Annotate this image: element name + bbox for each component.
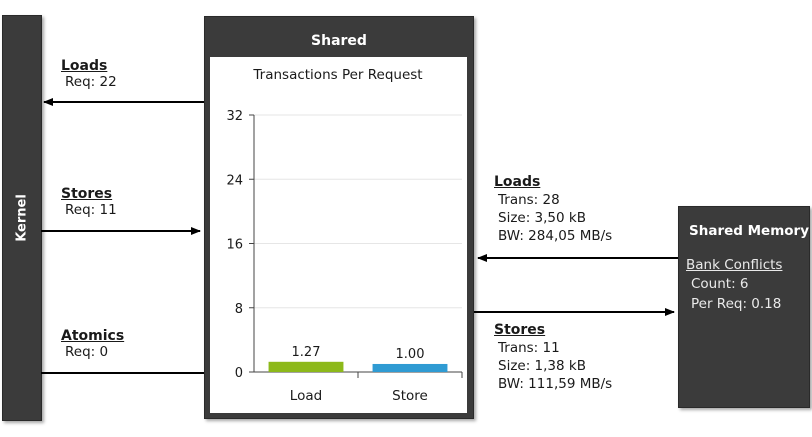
loads-right-label: Loads Trans: 28 Size: 3,50 kB BW: 284,05… [494,174,612,244]
stores-right-size: Size: 1,38 kB [498,358,586,374]
bar-value-label: 1.27 [292,345,321,360]
y-tick-label: 24 [226,173,243,188]
y-tick-label: 32 [226,109,243,124]
y-tick-label: 0 [235,366,243,381]
loads-left-title[interactable]: Loads [61,58,117,74]
stores-right-title[interactable]: Stores [494,322,612,338]
loads-right-size: Size: 3,50 kB [498,210,586,226]
y-tick-label: 8 [235,302,243,317]
bar-store [372,363,448,372]
chart-title: Transactions Per Request [252,67,422,83]
atomics-left-label: Atomics Req: 0 [61,328,124,360]
bar-value-label: 1.00 [396,347,425,362]
transactions-chart: Transactions Per Request 0 8 16 24 32 1.27 Loa… [210,57,467,413]
stores-right-label: Stores Trans: 11 Size: 1,38 kB BW: 111,5… [494,322,612,392]
stores-right-bw: BW: 111,59 MB/s [498,376,613,392]
shared-title: Shared [311,33,367,49]
loads-left-req: Req: 22 [65,74,117,90]
stores-left-req: Req: 11 [65,202,117,218]
atomics-left-req: Req: 0 [65,344,109,360]
loads-left-label: Loads Req: 22 [61,58,117,90]
bank-conflicts-count: Count: 6 [691,276,749,292]
stores-right-trans: Trans: 11 [498,340,560,356]
y-tick-label: 16 [226,238,243,253]
chart-svg: Transactions Per Request 0 8 16 24 32 1.27 Loa… [226,67,463,404]
stores-left-label: Stores Req: 11 [61,186,117,218]
loads-right-trans: Trans: 28 [498,192,560,208]
bar-load [268,361,344,372]
shared-memory-title: Shared Memory [689,223,810,239]
shared-memory-panel: Shared Memory Bank Conflicts Count: 6 Pe… [678,206,810,408]
x-tick-label: Store [392,388,428,404]
loads-right-bw: BW: 284,05 MB/s [498,228,613,244]
bank-conflicts-per-req: Per Req: 0.18 [691,296,782,312]
loads-right-title[interactable]: Loads [494,174,612,190]
atomics-left-title[interactable]: Atomics [61,328,124,344]
shared-panel: Shared Transactions Per Request 0 8 16 24 32… [204,16,474,419]
bank-conflicts-link[interactable]: Bank Conflicts [686,257,782,273]
stores-left-title[interactable]: Stores [61,186,117,202]
x-tick-label: Load [290,388,322,404]
